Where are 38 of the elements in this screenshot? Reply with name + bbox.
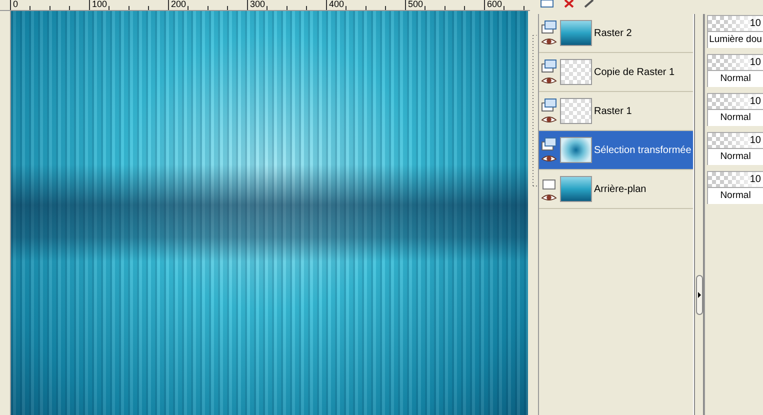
opacity-value: 10 xyxy=(750,17,762,31)
ruler-label: 500 xyxy=(405,0,484,10)
eye-icon[interactable] xyxy=(541,193,557,202)
ruler-label: 100 xyxy=(89,0,168,10)
eye-icon[interactable] xyxy=(541,154,557,163)
opacity-slider[interactable]: 10 xyxy=(707,54,763,71)
layer-type-icon xyxy=(541,98,557,112)
layer-row[interactable]: Arrière-plan xyxy=(539,170,693,209)
opacity-slider[interactable]: 10 xyxy=(707,93,763,110)
new-layer-icon[interactable] xyxy=(540,0,554,8)
layer-type-icon xyxy=(541,20,557,34)
layer-type-icon xyxy=(541,137,557,151)
ruler-label: 0 xyxy=(10,0,89,10)
brush-icon[interactable] xyxy=(584,0,594,8)
blend-mode-dropdown[interactable]: Normal xyxy=(707,188,763,204)
opacity-value: 10 xyxy=(750,56,762,70)
layer-type-icon xyxy=(541,59,557,73)
ruler-label: 400 xyxy=(326,0,405,10)
layer-row[interactable]: Sélection transformée xyxy=(539,131,693,170)
opacity-slider[interactable]: 10 xyxy=(707,15,763,32)
collapse-handle[interactable] xyxy=(696,274,702,314)
ruler-label: 300 xyxy=(247,0,326,10)
blend-mode-dropdown[interactable]: Normal xyxy=(707,110,763,126)
opacity-value: 10 xyxy=(750,134,762,148)
blend-mode-dropdown[interactable]: Lumière dou xyxy=(707,32,763,48)
opacity-value: 10 xyxy=(750,173,762,187)
opacity-slider[interactable]: 10 xyxy=(707,171,763,188)
delete-icon[interactable] xyxy=(562,0,576,8)
opacity-slider[interactable]: 10 xyxy=(707,132,763,149)
ruler-label: 200 xyxy=(168,0,247,10)
opacity-value: 10 xyxy=(750,95,762,109)
eye-icon[interactable] xyxy=(541,76,557,85)
layer-row[interactable]: Copie de Raster 1 xyxy=(539,53,693,92)
blend-mode-dropdown[interactable]: Normal xyxy=(707,149,763,165)
eye-icon[interactable] xyxy=(541,115,557,124)
blend-mode-dropdown[interactable]: Normal xyxy=(707,71,763,87)
layer-row[interactable]: Raster 2 xyxy=(539,14,693,53)
eye-icon[interactable] xyxy=(541,37,557,46)
